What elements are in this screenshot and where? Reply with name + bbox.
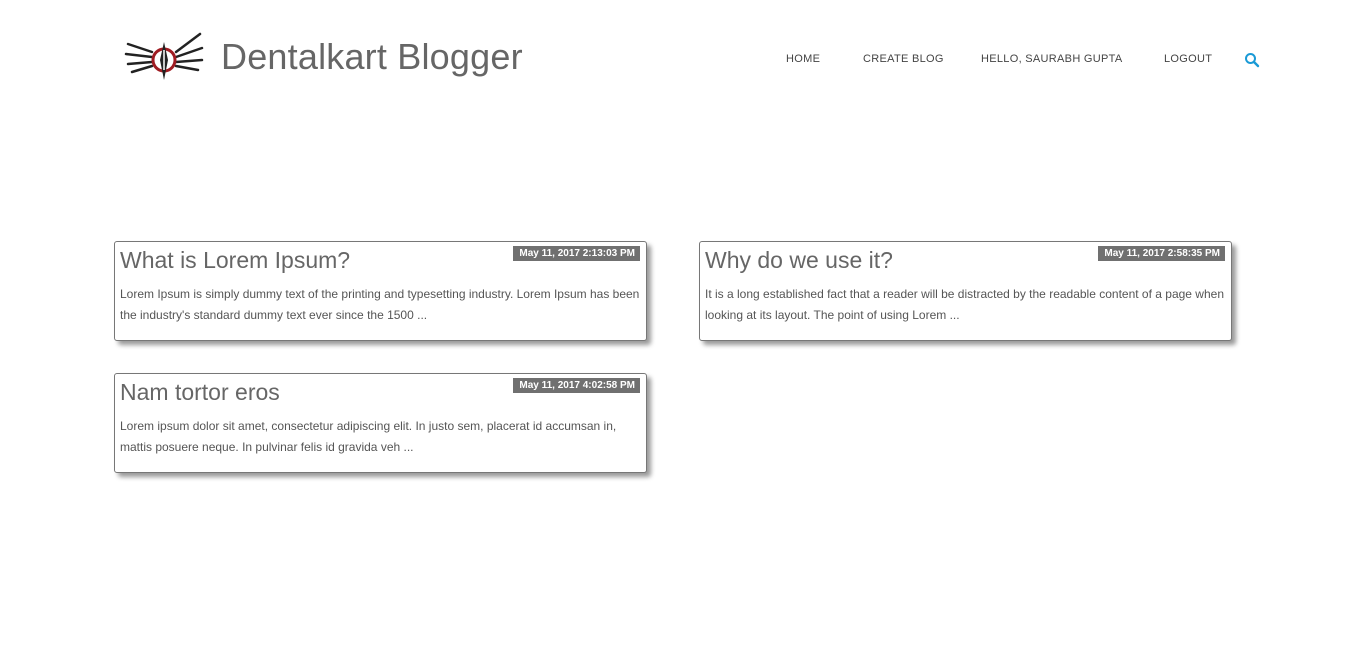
search-icon[interactable]	[1244, 52, 1260, 68]
blog-card[interactable]: Why do we use it? May 11, 2017 2:58:35 P…	[699, 241, 1232, 341]
blog-card-title[interactable]: Why do we use it?	[705, 247, 893, 274]
blog-card-excerpt: Lorem ipsum dolor sit amet, consectetur …	[120, 419, 617, 454]
blog-card-date: May 11, 2017 2:13:03 PM	[513, 246, 640, 261]
blog-card[interactable]: Nam tortor eros May 11, 2017 4:02:58 PM …	[114, 373, 647, 473]
blog-card-title[interactable]: What is Lorem Ipsum?	[120, 247, 350, 274]
site-header: Dentalkart Blogger HOME CREATE BLOG HELL…	[0, 0, 1349, 120]
blog-card-title[interactable]: Nam tortor eros	[120, 379, 280, 406]
nav-logout-link[interactable]: LOGOUT	[1164, 53, 1212, 65]
blog-card-date: May 11, 2017 2:58:35 PM	[1098, 246, 1225, 261]
main-nav: HOME CREATE BLOG HELLO, SAURABH GUPTA LO…	[0, 53, 1349, 69]
blog-card-excerpt: Lorem Ipsum is simply dummy text of the …	[120, 287, 640, 322]
blog-card-date: May 11, 2017 4:02:58 PM	[513, 378, 640, 393]
blog-card[interactable]: What is Lorem Ipsum? May 11, 2017 2:13:0…	[114, 241, 647, 341]
nav-create-blog-link[interactable]: CREATE BLOG	[863, 53, 944, 65]
nav-home-link[interactable]: HOME	[786, 53, 820, 65]
blog-card-excerpt: It is a long established fact that a rea…	[705, 287, 1224, 322]
nav-user-greeting[interactable]: HELLO, SAURABH GUPTA	[981, 53, 1123, 65]
